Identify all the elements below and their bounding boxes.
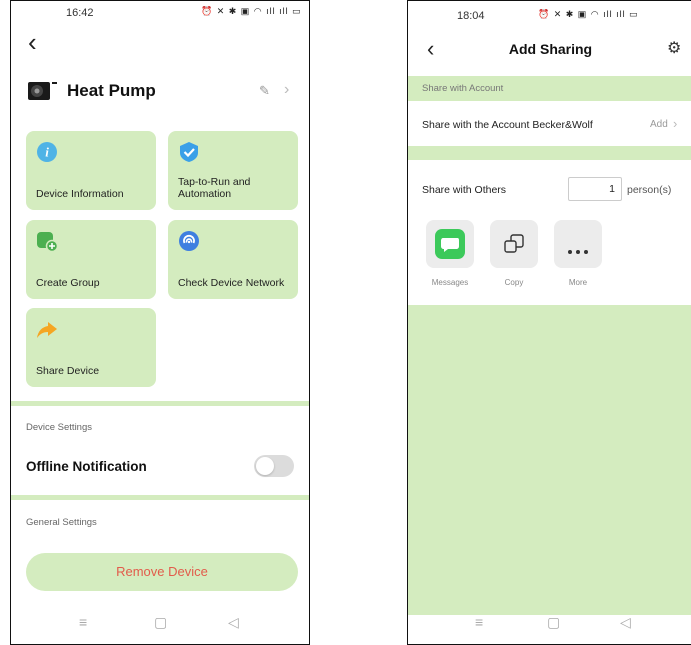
tile-tap-to-run-automation[interactable]: Tap-to-Run and Automation bbox=[168, 131, 298, 210]
share-account-row[interactable]: Share with the Account Becker&Wolf Add › bbox=[408, 102, 691, 146]
persons-count-input[interactable]: 1 bbox=[568, 177, 622, 201]
tile-label: Tap-to-Run and Automation bbox=[178, 176, 251, 200]
tile-share-device[interactable]: Share Device bbox=[26, 308, 156, 387]
status-time: 18:04 bbox=[457, 10, 485, 22]
system-nav-bar: ≡ ▢ ◁ bbox=[408, 604, 691, 644]
tile-label: Device Information bbox=[36, 188, 124, 200]
share-copy-button[interactable] bbox=[490, 220, 538, 268]
tile-label: Create Group bbox=[36, 277, 100, 289]
more-icon bbox=[567, 242, 589, 254]
back-nav-icon[interactable]: ◁ bbox=[620, 614, 631, 631]
chevron-right-icon[interactable]: › bbox=[284, 81, 289, 99]
edit-icon[interactable]: ✎ bbox=[259, 83, 270, 99]
menu-nav-icon[interactable]: ≡ bbox=[475, 614, 483, 630]
home-nav-icon[interactable]: ▢ bbox=[547, 614, 560, 631]
svg-text:i: i bbox=[45, 145, 49, 160]
device-name: Heat Pump bbox=[67, 81, 156, 100]
share-account-text: Share with the Account Becker&Wolf bbox=[422, 119, 593, 131]
share-with-others-label: Share with Others bbox=[422, 184, 507, 196]
share-with-account-section-header: Share with Account bbox=[408, 76, 691, 101]
tile-check-device-network[interactable]: Check Device Network bbox=[168, 220, 298, 299]
back-nav-icon[interactable]: ◁ bbox=[228, 614, 239, 631]
device-settings-screen: 16:42 ⏰ ✕ ✱ ▣ ◠ ıll ıll ▭ ‹ Heat Pump ✎ … bbox=[10, 0, 310, 645]
settings-gear-icon[interactable]: ⚙ bbox=[667, 38, 681, 58]
tile-create-group[interactable]: Create Group bbox=[26, 220, 156, 299]
section-divider bbox=[11, 401, 309, 406]
add-sharing-screen: 18:04 ⏰ ✕ ✱ ▣ ◠ ıll ıll ▭ ‹ Add Sharing … bbox=[407, 0, 691, 645]
device-settings-header: Device Settings bbox=[26, 422, 93, 433]
create-group-icon bbox=[36, 230, 59, 253]
tile-label: Check Device Network bbox=[178, 277, 285, 289]
offline-notification-label: Offline Notification bbox=[26, 459, 147, 474]
persons-unit: person(s) bbox=[627, 184, 672, 196]
info-icon: i bbox=[36, 141, 58, 163]
offline-notification-toggle[interactable] bbox=[254, 455, 294, 477]
general-settings-header: General Settings bbox=[26, 517, 97, 528]
status-bar: 18:04 ⏰ ✕ ✱ ▣ ◠ ıll ıll ▭ bbox=[408, 1, 691, 23]
tile-device-information[interactable]: i Device Information bbox=[26, 131, 156, 210]
status-time: 16:42 bbox=[66, 7, 94, 19]
remove-device-button[interactable]: Remove Device bbox=[26, 553, 298, 591]
section-divider bbox=[11, 495, 309, 500]
network-icon bbox=[178, 230, 200, 252]
share-option-label: Copy bbox=[504, 278, 524, 287]
add-label: Add bbox=[650, 119, 668, 130]
check-shield-icon bbox=[178, 141, 200, 163]
home-nav-icon[interactable]: ▢ bbox=[154, 614, 167, 631]
share-option-label: More bbox=[568, 278, 588, 287]
messages-icon bbox=[435, 229, 465, 259]
menu-nav-icon[interactable]: ≡ bbox=[79, 614, 87, 630]
back-icon[interactable]: ‹ bbox=[28, 29, 37, 55]
share-more-button[interactable] bbox=[554, 220, 602, 268]
toggle-knob bbox=[256, 457, 274, 475]
heat-pump-device-icon bbox=[27, 79, 59, 103]
share-messages-button[interactable] bbox=[426, 220, 474, 268]
empty-content-area bbox=[408, 305, 691, 615]
status-icons: ⏰ ✕ ✱ ▣ ◠ ıll ıll ▭ bbox=[201, 6, 302, 16]
status-icons: ⏰ ✕ ✱ ▣ ◠ ıll ıll ▭ bbox=[538, 9, 639, 19]
status-bar: 16:42 ⏰ ✕ ✱ ▣ ◠ ıll ıll ▭ bbox=[11, 1, 309, 23]
copy-icon bbox=[503, 233, 525, 255]
share-with-account-label: Share with Account bbox=[422, 83, 504, 94]
system-nav-bar: ≡ ▢ ◁ bbox=[11, 604, 309, 644]
chevron-right-icon: › bbox=[673, 116, 678, 131]
section-divider bbox=[408, 146, 691, 160]
tile-label: Share Device bbox=[36, 365, 100, 377]
share-option-label: Messages bbox=[431, 278, 469, 287]
page-title: Add Sharing bbox=[508, 41, 593, 57]
share-arrow-icon bbox=[36, 318, 58, 340]
